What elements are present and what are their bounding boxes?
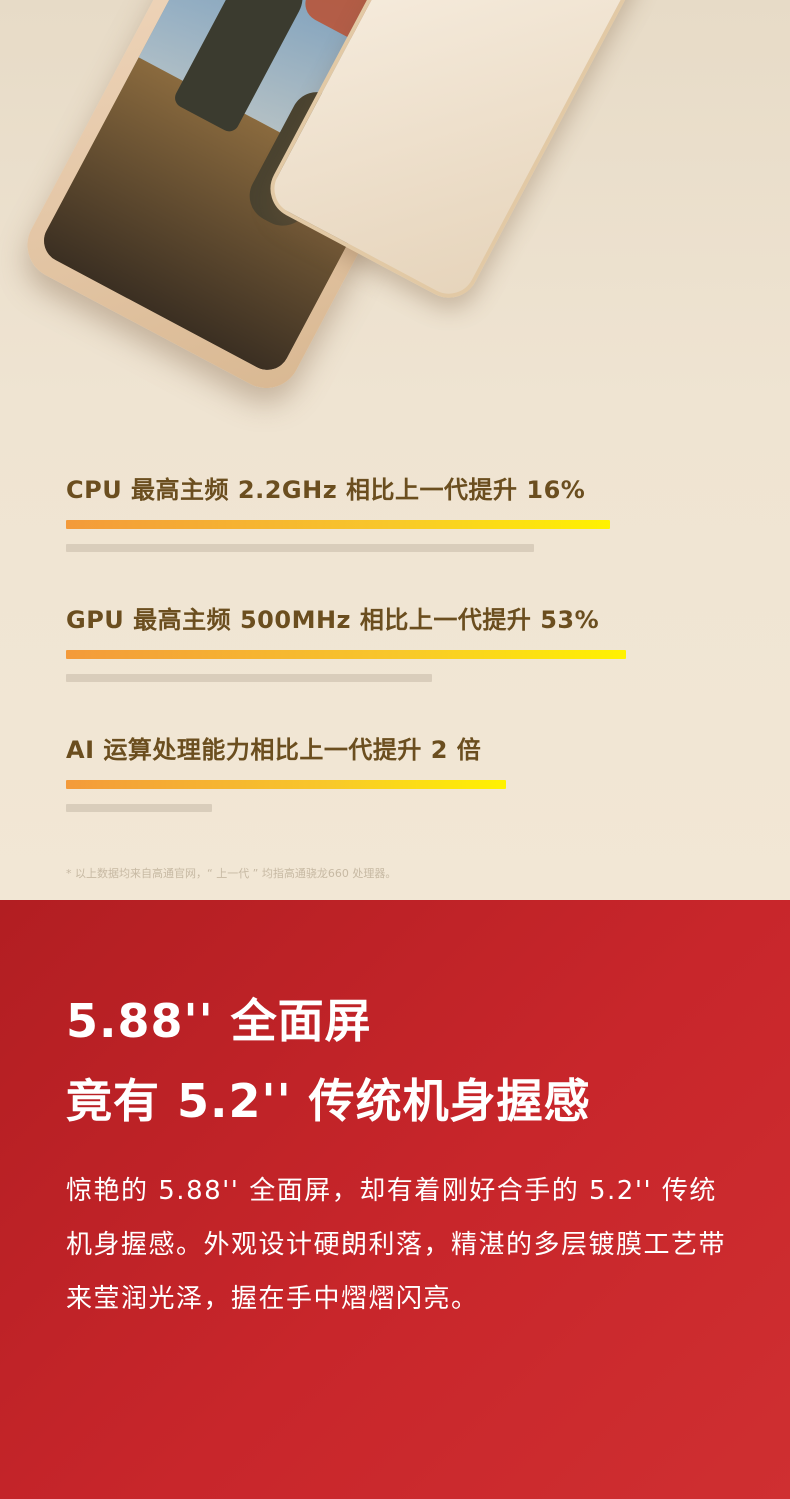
footnote: * 以上数据均来自高通官网，“ 上一代 ” 均指高通骁龙660 处理器。 [66,867,397,880]
stat-gpu-baseline-bar [66,674,432,682]
stat-cpu: CPU 最高主频 2.2GHz 相比上一代提升 16% [66,470,585,505]
stat-label: CPU 最高主频 2.2GHz 相比上一代提升 16% [66,476,586,504]
stat-ai: AI 运算处理能力相比上一代提升 2 倍 [66,730,481,765]
stat-ai-bar [66,780,506,789]
display-section: 5.88'' 全面屏 竟有 5.2'' 传统机身握感 惊艳的 5.88'' 全面… [0,900,790,1499]
stat-gpu: GPU 最高主频 500MHz 相比上一代提升 53% [66,600,599,635]
stat-gpu-bar [66,650,626,659]
stat-label: AI 运算处理能力相比上一代提升 2 倍 [66,736,482,764]
headline-line-1: 5.88'' 全面屏 [66,994,372,1048]
hero-section: ᛗ CPU 最高主频 2.2GHz 相比上一代提升 16% GPU 最高主频 5… [0,0,790,900]
brand-logo-icon: ᛗ [480,0,499,3]
stat-label: GPU 最高主频 500MHz 相比上一代提升 53% [66,606,600,634]
description-text: 惊艳的 5.88'' 全面屏，却有着刚好合手的 5.2'' 传统机身握感。外观设… [66,1176,727,1314]
headline-line-2: 竟有 5.2'' 传统机身握感 [66,1074,591,1128]
stat-ai-baseline-bar [66,804,212,812]
stat-cpu-baseline-bar [66,544,534,552]
stat-cpu-bar [66,520,610,529]
